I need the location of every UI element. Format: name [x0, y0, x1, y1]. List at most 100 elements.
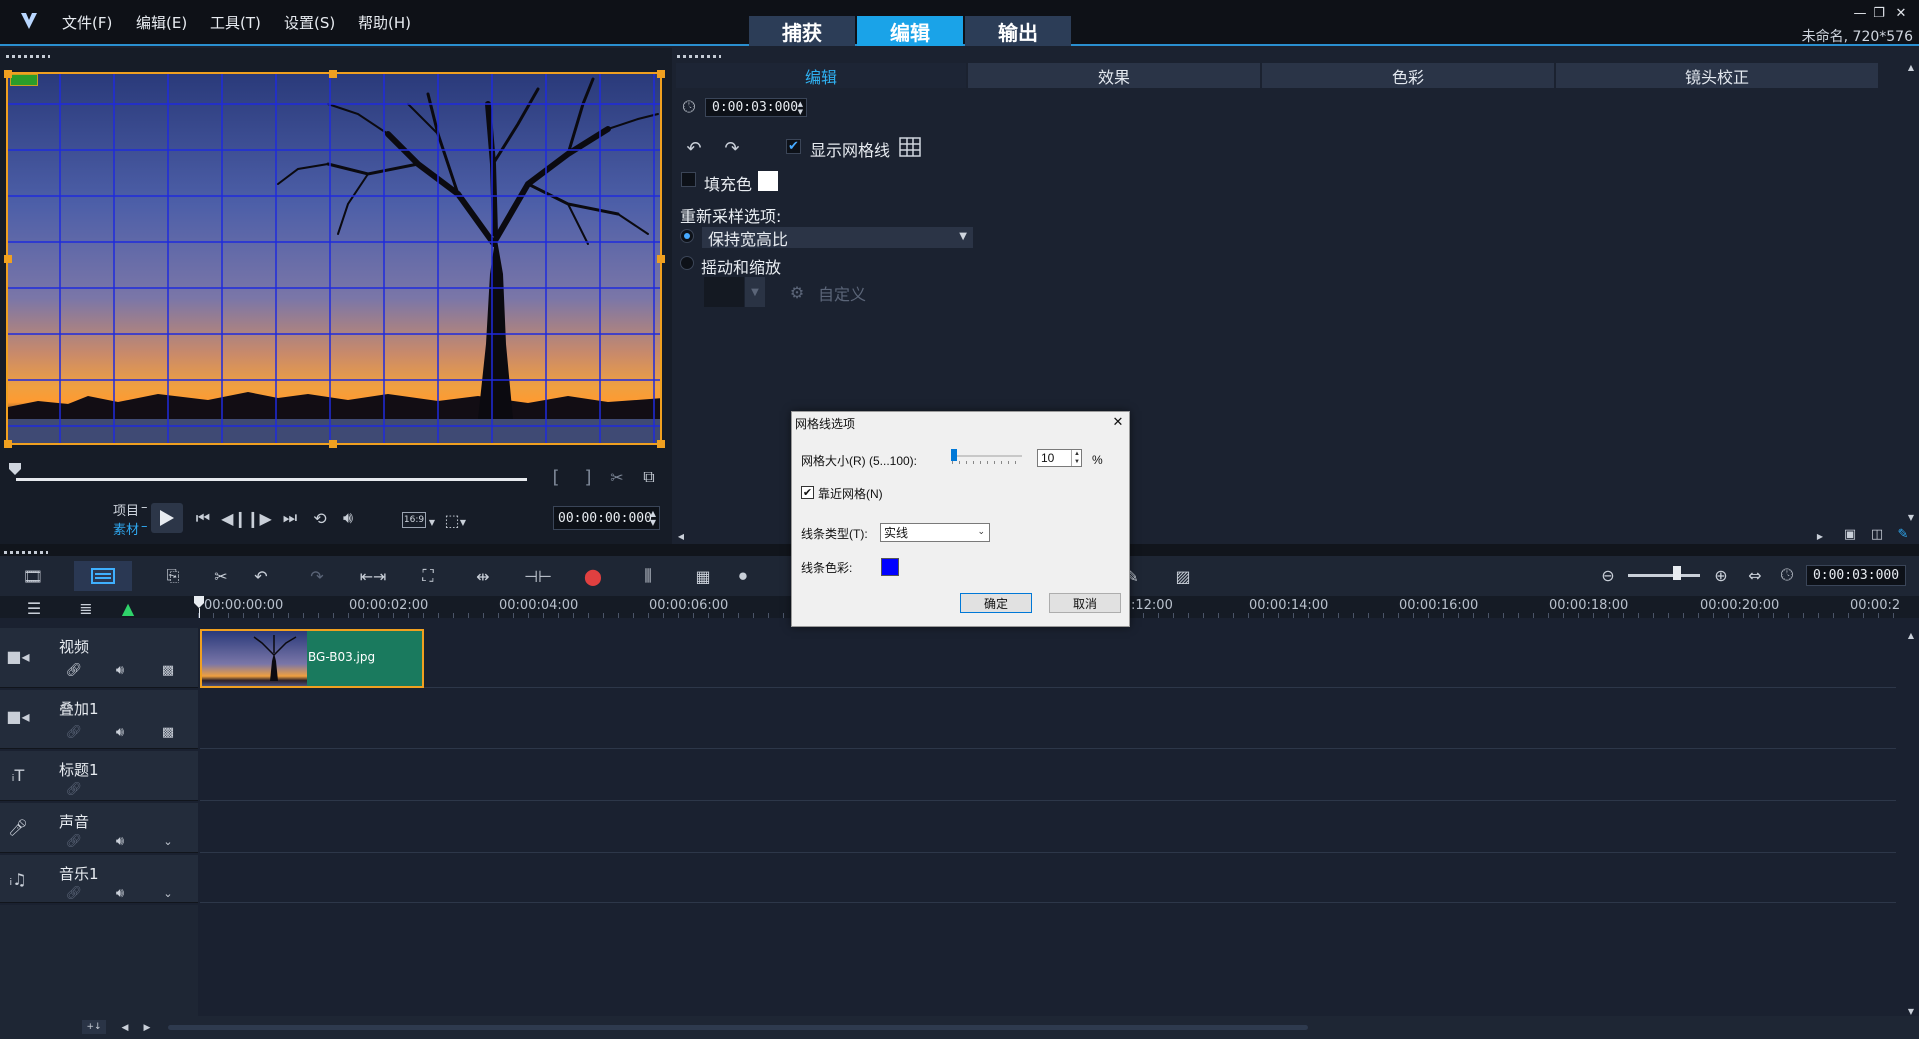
enlarge-preview-icon[interactable]: ⧉ — [640, 467, 658, 486]
zoom-slider-thumb[interactable] — [1673, 566, 1681, 580]
menu-help[interactable]: 帮助(H) — [358, 12, 411, 33]
repeat-icon[interactable]: ⟲ — [310, 509, 330, 528]
scroll-right-icon[interactable]: ▶ — [1815, 531, 1825, 541]
split-clip-icon[interactable]: ✂ — [608, 468, 626, 487]
menu-edit[interactable]: 编辑(E) — [136, 12, 187, 33]
crop-handle-ml[interactable] — [4, 255, 12, 263]
pan-zoom-radio[interactable] — [680, 256, 694, 270]
show-grid-checkbox[interactable]: ✔ — [786, 139, 801, 154]
overlay-track-row[interactable] — [200, 690, 1896, 749]
duration-input[interactable]: 0:00:03:000 ▲ ▼ — [705, 98, 807, 117]
fill-color-checkbox[interactable] — [681, 172, 696, 187]
crop-handle-tr[interactable] — [657, 70, 665, 78]
speaker-icon[interactable]: 🔊︎ — [110, 662, 130, 678]
crop-handle-br[interactable] — [657, 440, 665, 448]
video-clip[interactable]: BG-B03.jpg — [200, 629, 424, 688]
copy-attributes-icon[interactable]: ⎘ — [162, 565, 184, 587]
zoom-out-icon[interactable]: ⊖ — [1598, 565, 1618, 585]
menu-file[interactable]: 文件(F) — [62, 12, 112, 33]
music-track-row[interactable] — [200, 855, 1896, 903]
close-button[interactable]: ✕ — [1893, 6, 1909, 21]
restore-button[interactable]: ❐ — [1871, 6, 1887, 21]
volume-icon[interactable]: 🔊︎ — [338, 508, 358, 527]
mask-icon[interactable]: ⚫ — [730, 565, 756, 587]
grid-size-slider[interactable] — [952, 455, 1022, 457]
tab-capture[interactable]: 捕获 — [749, 16, 855, 46]
speaker-icon[interactable]: 🔊︎ — [110, 885, 130, 901]
zoom-slider[interactable] — [1628, 574, 1700, 577]
fit-timeline-icon[interactable]: ⇔ — [1745, 565, 1765, 585]
link-icon[interactable]: 🔗︎ — [64, 885, 84, 901]
mark-out-icon[interactable]: ] — [580, 467, 596, 488]
undo-icon[interactable]: ↶ — [250, 565, 272, 587]
end-icon[interactable]: ⏭ — [281, 508, 299, 527]
crop-handle-bl[interactable] — [4, 440, 12, 448]
scroll-down-icon[interactable]: ▼ — [1906, 512, 1916, 522]
cancel-button[interactable]: 取消 — [1049, 593, 1121, 613]
link-icon[interactable]: 🔗︎ — [64, 724, 84, 740]
track-list-icon[interactable]: ☰ — [24, 599, 44, 618]
video-track-row[interactable] — [200, 628, 1896, 688]
chapter-icon[interactable]: ▨ — [1170, 565, 1196, 587]
checker-icon[interactable]: ▩ — [160, 724, 176, 740]
line-type-select[interactable]: 实线 ⌄ — [880, 523, 990, 542]
track-tab-icon[interactable]: +↓ — [82, 1020, 106, 1034]
timecode-display[interactable]: 00:00:00:000 ▲ ▼ — [553, 506, 660, 530]
storyboard-view-icon[interactable]: 🎞︎ — [20, 565, 46, 587]
split-screen-icon[interactable]: ⇹ — [470, 565, 496, 587]
redo-icon[interactable]: ↷ — [306, 565, 328, 587]
scroll-up-icon[interactable]: ▲ — [1906, 62, 1916, 72]
snap-grid-checkbox[interactable]: ✔ — [801, 486, 814, 499]
timeline-view-button[interactable] — [74, 561, 132, 591]
video-preview[interactable] — [6, 72, 662, 445]
scrubber-handle[interactable] — [9, 463, 21, 475]
panel-grip[interactable] — [677, 55, 721, 58]
scrubber-bar[interactable] — [16, 478, 527, 481]
zoom-in-icon[interactable]: ⊕ — [1711, 565, 1731, 585]
track-manager-icon[interactable]: ⊣⊢ — [524, 565, 552, 587]
grid-size-slider-thumb[interactable] — [951, 449, 957, 461]
home-icon[interactable]: ⏮ — [194, 508, 212, 527]
speaker-icon[interactable]: 🔊︎ — [110, 833, 130, 849]
link-icon[interactable]: 🔗︎ — [64, 781, 84, 797]
rotate-left-icon[interactable]: ↶ — [682, 138, 706, 159]
checker-icon[interactable]: ▩ — [160, 662, 176, 678]
scroll-left-icon[interactable]: ◀ — [676, 531, 686, 541]
audio-mixer-icon[interactable]: ⫼ — [635, 565, 661, 587]
previous-frame-icon[interactable]: ◀❙ — [221, 509, 247, 528]
tab-share[interactable]: 输出 — [965, 16, 1071, 46]
voice-track-row[interactable] — [200, 803, 1896, 853]
layout-icon-3[interactable]: ✎ — [1893, 526, 1913, 542]
tab-edit-options[interactable]: 编辑 — [676, 63, 966, 88]
scroll-down-icon[interactable]: ▼ — [1906, 1006, 1916, 1016]
tab-edit[interactable]: 编辑 — [857, 16, 963, 46]
crop-handle-mr[interactable] — [657, 255, 665, 263]
timeline-duration[interactable]: 0:00:03:000 — [1806, 565, 1906, 586]
tab-effect[interactable]: 效果 — [968, 63, 1260, 88]
timecode-spinner-icon[interactable]: ▲ ▼ — [650, 509, 656, 527]
next-frame-icon[interactable]: ❙▶ — [246, 509, 272, 528]
grid-size-input[interactable]: 10 ▲ ▼ — [1037, 449, 1082, 467]
resample-radio[interactable] — [680, 229, 694, 243]
tab-lens-correction[interactable]: 镜头校正 — [1556, 63, 1878, 88]
duration-spinner-icon[interactable]: ▲ ▼ — [798, 100, 803, 116]
title-track-row[interactable] — [200, 751, 1896, 801]
menu-tools[interactable]: 工具(T) — [210, 12, 261, 33]
expand-icon[interactable]: ⌄ — [160, 833, 176, 849]
aspect-dropdown-icon[interactable]: ▼ — [428, 518, 436, 527]
mark-in-icon[interactable]: [ — [548, 467, 564, 488]
link-icon[interactable]: 🔗︎ — [64, 833, 84, 849]
layout-icon-1[interactable]: ▣ — [1840, 526, 1860, 542]
motion-tracking-icon[interactable]: ▦ — [690, 565, 716, 587]
crop-handle-bc[interactable] — [329, 440, 337, 448]
record-icon[interactable]: ⬤ — [580, 565, 606, 587]
crop-handle-tl[interactable] — [4, 70, 12, 78]
clip-mode-label[interactable]: 素材 — [113, 519, 139, 538]
play-button[interactable] — [151, 503, 183, 533]
horizontal-scrollbar[interactable] — [168, 1025, 1308, 1030]
aspect-ratio-button[interactable]: 16:9 — [402, 512, 426, 528]
scroll-left-icon[interactable]: ◀ — [120, 1022, 130, 1034]
crop-handle-tc[interactable] — [329, 70, 337, 78]
project-mode-label[interactable]: 项目 — [113, 500, 139, 519]
scroll-up-icon[interactable]: ▲ — [1906, 630, 1916, 640]
